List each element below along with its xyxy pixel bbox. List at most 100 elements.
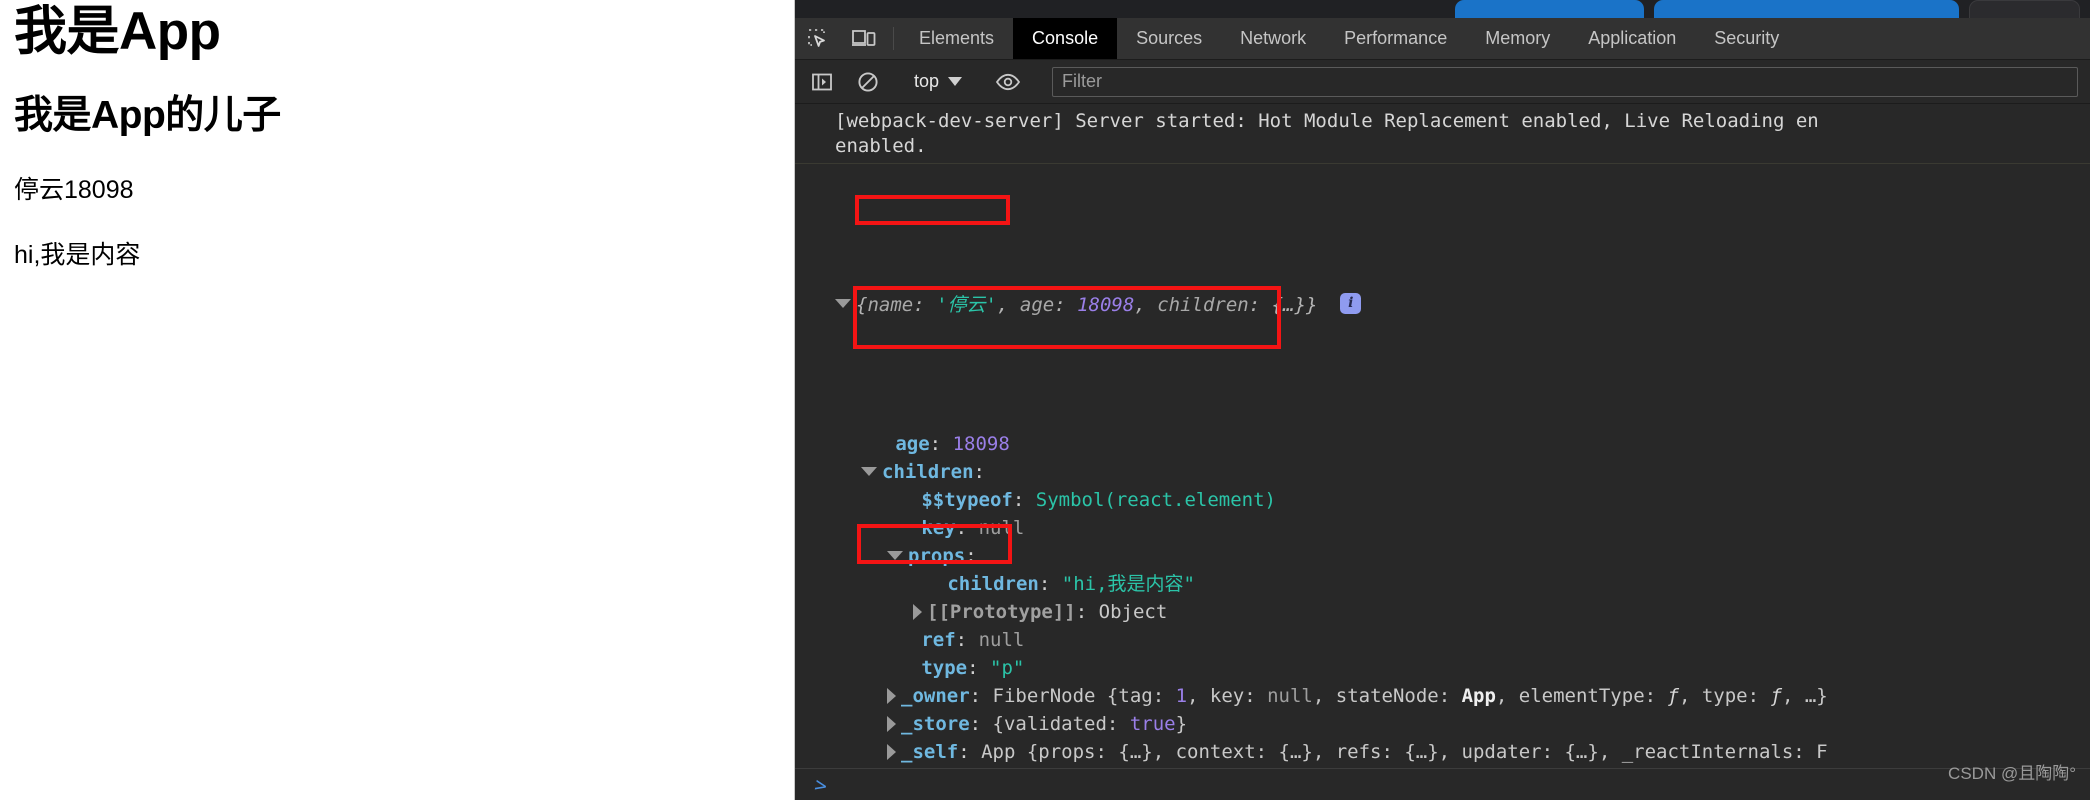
live-expression-eye-icon[interactable] bbox=[985, 70, 1031, 94]
tab-console[interactable]: Console bbox=[1013, 18, 1118, 59]
screenshot-root: 我是App 我是App的儿子 停云18098 hi,我是内容 Elements … bbox=[0, 0, 2090, 800]
tab-network[interactable]: Network bbox=[1221, 18, 1325, 59]
prompt-arrow-icon: > bbox=[812, 771, 830, 798]
tree-row-colon: : bbox=[1012, 489, 1025, 511]
tree-row-colon: : bbox=[965, 545, 977, 567]
tree-row[interactable]: type: "p" bbox=[835, 655, 2090, 683]
tab-security[interactable]: Security bbox=[1695, 18, 1798, 59]
summary-colon-2: : bbox=[1054, 293, 1078, 316]
tree-row[interactable]: _owner: FiberNode {tag: 1, key: null, st… bbox=[835, 683, 2090, 711]
tree-row[interactable]: $$typeof: Symbol(react.element) bbox=[835, 487, 2090, 515]
tree-row-key: _store bbox=[901, 713, 970, 735]
tree-row[interactable]: key: null bbox=[835, 515, 2090, 543]
tree-row-space bbox=[967, 629, 978, 651]
disclosure-triangle-right-icon[interactable] bbox=[913, 603, 922, 620]
filter-input[interactable] bbox=[1052, 66, 2078, 97]
webpack-message-line1: [webpack-dev-server] Server started: Hot… bbox=[835, 110, 1819, 132]
disclosure-triangle-down-icon[interactable] bbox=[887, 550, 903, 560]
tree-row[interactable]: ref: null bbox=[835, 627, 2090, 655]
page-text-content: hi,我是内容 bbox=[14, 241, 141, 270]
clear-console-icon[interactable] bbox=[845, 70, 891, 94]
tree-row-indent-spacer bbox=[861, 433, 895, 455]
tree-row-value: {validated: true} bbox=[992, 713, 1188, 735]
tree-row-space bbox=[1087, 601, 1098, 623]
tree-row[interactable]: age: 18098 bbox=[835, 431, 2090, 459]
summary-colon-3: : bbox=[1248, 293, 1272, 316]
console-object-tree: {name: '停云', age: 18098, children: {…}} … bbox=[795, 164, 2090, 800]
browser-tab-3[interactable] bbox=[1969, 0, 2080, 18]
tree-row-key: key bbox=[921, 517, 956, 539]
disclosure-triangle-right-icon[interactable] bbox=[887, 743, 896, 760]
console-message-webpack: [webpack-dev-server] Server started: Hot… bbox=[795, 104, 2090, 165]
tree-rows-container: age: 18098 children: $$typeof: Symbol(rea… bbox=[835, 431, 2090, 800]
tree-row-colon: : bbox=[1075, 601, 1088, 623]
tree-row[interactable]: _self: App {props: {…}, context: {…}, re… bbox=[835, 739, 2090, 767]
tab-application[interactable]: Application bbox=[1569, 18, 1695, 59]
tree-row-key: $$typeof bbox=[921, 489, 1013, 511]
disclosure-triangle-down-icon[interactable] bbox=[835, 299, 851, 309]
tree-row-indent-spacer bbox=[887, 517, 921, 539]
context-selector-label: top bbox=[914, 71, 940, 91]
tree-row-space bbox=[941, 433, 952, 455]
tree-row-value: "p" bbox=[990, 657, 1025, 679]
summary-key-age: age bbox=[1019, 293, 1055, 316]
browser-tab-2[interactable] bbox=[1654, 0, 1960, 18]
summary-value-age: 18098 bbox=[1077, 293, 1135, 316]
tree-row[interactable]: props: bbox=[835, 543, 2090, 571]
devtools-panel: Elements Console Sources Network Perform… bbox=[795, 0, 2090, 800]
tree-row-space bbox=[967, 517, 978, 539]
inspect-element-glyph bbox=[808, 28, 825, 47]
tree-row-space bbox=[979, 657, 990, 679]
tree-row[interactable]: [[Prototype]]: Object bbox=[835, 599, 2090, 627]
disclosure-triangle-right-icon[interactable] bbox=[887, 715, 896, 732]
tab-elements[interactable]: Elements bbox=[900, 18, 1013, 59]
console-prompt[interactable]: > bbox=[795, 768, 2090, 800]
console-sidebar-icon[interactable] bbox=[799, 70, 845, 94]
tree-row-space bbox=[981, 713, 992, 735]
disclosure-triangle-right-icon[interactable] bbox=[887, 687, 896, 704]
tab-sources[interactable]: Sources bbox=[1117, 18, 1221, 59]
tree-row-key: children bbox=[947, 573, 1039, 595]
eye-glyph bbox=[995, 73, 1021, 90]
chevron-down-icon bbox=[948, 77, 963, 86]
info-icon[interactable]: i bbox=[1340, 293, 1362, 315]
tree-row[interactable]: children: "hi,我是内容" bbox=[835, 571, 2090, 599]
tree-row-value: null bbox=[978, 517, 1025, 539]
tree-row-space bbox=[1024, 489, 1035, 511]
tree-row-indent-spacer bbox=[887, 657, 921, 679]
tree-row-indent-spacer bbox=[887, 629, 921, 651]
tree-row-value: App {props: {…}, context: {…}, refs: {…}… bbox=[981, 741, 1828, 763]
browser-tab-strip bbox=[795, 0, 2090, 18]
tree-row-colon: : bbox=[969, 713, 982, 735]
webpack-message-line2: enabled. bbox=[835, 134, 927, 157]
context-selector[interactable]: top bbox=[904, 67, 972, 97]
console-sidebar-glyph bbox=[812, 73, 832, 90]
summary-value-name: '停云' bbox=[936, 293, 997, 316]
inspect-element-icon[interactable] bbox=[795, 18, 841, 59]
tree-row-colon: : bbox=[955, 517, 968, 539]
summary-value-children: {…} bbox=[1271, 293, 1306, 316]
tree-row-colon: : bbox=[929, 433, 942, 455]
tree-row-value: Symbol(react.element) bbox=[1035, 489, 1276, 511]
device-toolbar-glyph bbox=[852, 29, 876, 46]
tree-row-summary[interactable]: {name: '停云', age: 18098, children: {…}} … bbox=[835, 292, 2090, 320]
tree-row-key: age bbox=[895, 433, 930, 455]
tree-row-space bbox=[1050, 573, 1061, 595]
tree-row-key: _owner bbox=[901, 685, 970, 707]
tree-row-colon: : bbox=[958, 741, 970, 763]
tree-row[interactable]: children: bbox=[835, 459, 2090, 487]
csdn-watermark: CSDN @且陶陶° bbox=[1948, 764, 2076, 783]
summary-comma-1: , bbox=[997, 293, 1020, 316]
disclosure-triangle-down-icon[interactable] bbox=[861, 466, 877, 476]
tabbar-divider bbox=[893, 27, 894, 50]
tab-memory[interactable]: Memory bbox=[1466, 18, 1569, 59]
tab-performance[interactable]: Performance bbox=[1325, 18, 1466, 59]
browser-tab-1[interactable] bbox=[1455, 0, 1645, 18]
tree-row-key: children bbox=[882, 461, 974, 483]
device-toolbar-icon[interactable] bbox=[841, 18, 887, 59]
tree-row-value: "hi,我是内容" bbox=[1061, 573, 1195, 595]
tree-row[interactable]: _store: {validated: true} bbox=[835, 711, 2090, 739]
tree-row-colon: : bbox=[967, 657, 979, 679]
tree-row-colon: : bbox=[973, 461, 985, 483]
tree-row-indent-spacer bbox=[913, 573, 947, 595]
